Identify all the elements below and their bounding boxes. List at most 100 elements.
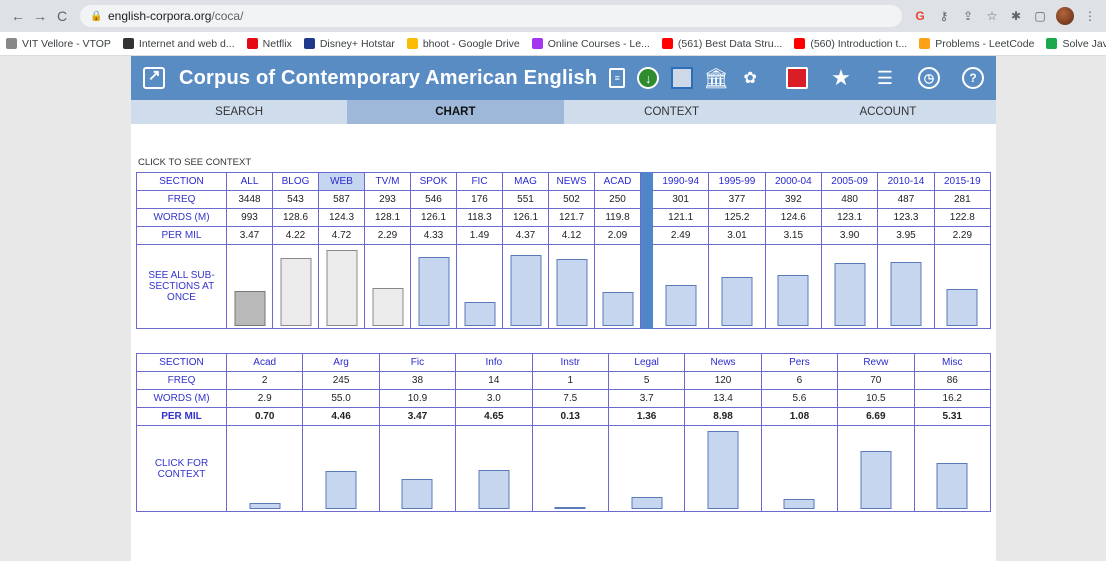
sidepanel-icon[interactable]: ▢ (1032, 8, 1048, 24)
bookmark-item[interactable]: bhoot - Google Drive (406, 38, 520, 50)
history-icon[interactable]: ◷ (918, 67, 940, 89)
bookmark-item[interactable]: VIT Vellore - VTOP (6, 38, 111, 50)
bar-cell[interactable] (913, 425, 992, 512)
frequency-bar[interactable] (280, 258, 311, 326)
help-icon[interactable]: ? (962, 67, 984, 89)
sub-cell-section-arg[interactable]: Arg (302, 353, 380, 372)
cell-section-all[interactable]: ALL (226, 172, 273, 191)
sub-cell-section-instr[interactable]: Instr (531, 353, 609, 372)
bar-cell[interactable] (226, 244, 273, 329)
bar-cell[interactable] (225, 425, 304, 512)
cell-section-acad[interactable]: ACAD (594, 172, 641, 191)
external-link-icon[interactable] (143, 66, 165, 89)
frequency-bar[interactable] (372, 288, 403, 326)
frequency-bar[interactable] (326, 250, 357, 326)
sub-cell-section-acad[interactable]: Acad (225, 353, 304, 372)
sub-cell-section-news[interactable]: News (684, 353, 762, 372)
frequency-bar[interactable] (890, 262, 922, 326)
cell-section-fic[interactable]: FIC (456, 172, 503, 191)
cell-section-2005-09[interactable]: 2005-09 (820, 172, 879, 191)
sub-cell-section-revw[interactable]: Revw (837, 353, 915, 372)
bar-cell[interactable] (877, 244, 935, 329)
sub-cell-section-misc[interactable]: Misc (913, 353, 992, 372)
frequency-bar[interactable] (510, 255, 541, 326)
newspaper-icon[interactable] (671, 67, 694, 89)
bookmark-item[interactable]: Online Courses - Le... (531, 38, 650, 50)
star-icon[interactable]: ★ (830, 65, 852, 90)
bar-cell[interactable] (410, 244, 457, 329)
frequency-bar[interactable] (783, 499, 815, 509)
cell-section-2015-19[interactable]: 2015-19 (933, 172, 992, 191)
bookmark-item[interactable]: Problems - LeetCode (919, 38, 1034, 50)
cell-section-spok[interactable]: SPOK (410, 172, 457, 191)
cube-icon[interactable]: ✿ (739, 67, 761, 89)
download-icon[interactable]: ↓ (637, 67, 660, 89)
bar-cell[interactable] (764, 244, 822, 329)
frequency-bar[interactable] (554, 507, 586, 509)
cell-section-web[interactable]: WEB (318, 172, 365, 191)
bar-cell[interactable] (272, 244, 319, 329)
tab-context[interactable]: CONTEXT (564, 100, 780, 124)
frequency-bar[interactable] (234, 291, 265, 326)
bar-cell[interactable] (594, 244, 641, 329)
frequency-bar[interactable] (946, 289, 978, 326)
click-for-context-link[interactable]: CLICK FOR CONTEXT (136, 425, 227, 512)
museum-icon[interactable]: 🏛 (704, 67, 729, 90)
bookmark-item[interactable]: Solve Java | Hacker... (1046, 38, 1106, 50)
cell-section-2000-04[interactable]: 2000-04 (764, 172, 822, 191)
bar-cell[interactable] (302, 425, 380, 512)
frequency-bar[interactable] (777, 275, 809, 326)
frequency-bar[interactable] (665, 285, 697, 326)
bookmark-item[interactable]: (561) Best Data Stru... (661, 38, 782, 50)
sub-cell-section-pers[interactable]: Pers (760, 353, 839, 372)
tab-account[interactable]: ACCOUNT (780, 100, 996, 124)
cell-section-tv/m[interactable]: TV/M (364, 172, 411, 191)
bar-cell[interactable] (820, 244, 879, 329)
bar-cell[interactable] (318, 244, 365, 329)
profile-card-icon[interactable] (786, 67, 808, 89)
bar-cell[interactable] (708, 244, 766, 329)
bar-cell[interactable] (378, 425, 457, 512)
cell-section-blog[interactable]: BLOG (272, 172, 319, 191)
reload-icon[interactable]: C (52, 6, 72, 26)
list-icon[interactable]: ☰ (874, 67, 896, 89)
cell-section-mag[interactable]: MAG (502, 172, 549, 191)
frequency-bar[interactable] (602, 292, 633, 326)
google-icon[interactable]: G (912, 8, 928, 24)
bookmark-item[interactable]: Disney+ Hotstar (303, 38, 395, 50)
bar-cell[interactable] (364, 244, 411, 329)
tab-search[interactable]: SEARCH (131, 100, 347, 124)
bar-cell[interactable] (502, 244, 549, 329)
bar-cell[interactable] (456, 244, 503, 329)
key-icon[interactable]: ⚷ (936, 8, 952, 24)
frequency-bar[interactable] (834, 263, 866, 326)
share-icon[interactable]: ⇪ (960, 8, 976, 24)
bookmark-item[interactable]: (560) Introduction t... (794, 38, 907, 50)
frequency-bar[interactable] (464, 302, 495, 326)
cell-section-1995-99[interactable]: 1995-99 (708, 172, 766, 191)
bar-cell[interactable] (651, 244, 710, 329)
frequency-bar[interactable] (325, 471, 357, 509)
back-icon[interactable]: ← (8, 6, 28, 26)
frequency-bar[interactable] (631, 497, 663, 509)
cell-section-1990-94[interactable]: 1990-94 (651, 172, 710, 191)
document-icon[interactable]: ≡ (609, 68, 626, 88)
forward-icon[interactable]: → (30, 6, 50, 26)
frequency-bar[interactable] (418, 257, 449, 326)
frequency-bar[interactable] (721, 277, 753, 326)
sub-cell-section-info[interactable]: Info (455, 353, 533, 372)
frequency-bar[interactable] (556, 259, 587, 326)
puzzle-icon[interactable]: ✱ (1008, 8, 1024, 24)
menu-icon[interactable]: ⋮ (1082, 8, 1098, 24)
profile-avatar[interactable] (1056, 7, 1074, 25)
frequency-bar[interactable] (860, 451, 892, 509)
url-input[interactable]: 🔒 english-corpora.org/coca/ (80, 5, 902, 27)
bar-cell[interactable] (760, 425, 839, 512)
bookmark-star-icon[interactable]: ☆ (984, 8, 1000, 24)
bookmark-item[interactable]: Internet and web d... (122, 38, 235, 50)
bar-cell[interactable] (548, 244, 595, 329)
tab-chart[interactable]: CHART (347, 100, 564, 124)
see-all-subsections-link[interactable]: SEE ALL SUB-SECTIONS AT ONCE (136, 244, 227, 329)
bookmark-item[interactable]: Netflix (246, 38, 292, 50)
cell-section-news[interactable]: NEWS (548, 172, 595, 191)
